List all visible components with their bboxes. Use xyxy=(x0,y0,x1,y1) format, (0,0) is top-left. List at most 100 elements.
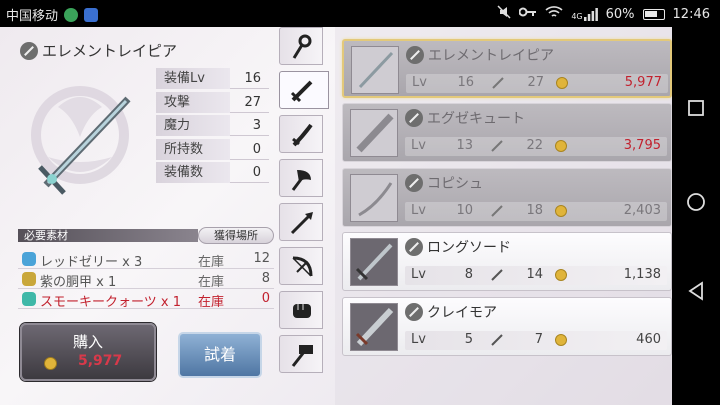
weapon-card[interactable]: エレメントレイピア Lv 16 27 5,977 xyxy=(342,39,672,98)
material-row[interactable]: 紫の胴甲 x 1 在庫 8 xyxy=(18,269,274,290)
staff-icon xyxy=(292,34,312,59)
weapon-price: 1,138 xyxy=(623,267,661,282)
weapon-info-row: Lv 10 18 2,403 xyxy=(405,202,667,221)
weapon-card[interactable]: ロングソード Lv 8 14 1,138 xyxy=(342,232,672,291)
tab-katana[interactable] xyxy=(279,115,323,153)
weapon-info-row: Lv 13 22 3,795 xyxy=(405,137,667,156)
weapon-level: 13 xyxy=(456,138,473,153)
weapon-name-row: クレイモア xyxy=(405,302,497,322)
level-label: Lv xyxy=(411,138,426,153)
materials-header: 必要素材 獲得場所 xyxy=(18,227,274,244)
sword-type-icon xyxy=(20,41,38,60)
tab-spear[interactable] xyxy=(279,203,323,241)
material-row[interactable]: レッドゼリー x 3 在庫 12 xyxy=(18,249,274,270)
attack-icon xyxy=(491,140,503,152)
weapon-name: クレイモア xyxy=(427,305,497,321)
weapon-name: エレメントレイピア xyxy=(428,48,554,64)
coin-icon xyxy=(555,205,567,217)
stat-row-equipped: 装備数 0 xyxy=(156,162,269,184)
attack-icon xyxy=(491,205,503,217)
stat-row-magic: 魔力 3 xyxy=(156,115,269,137)
weapon-card[interactable]: クレイモア Lv 5 7 460 xyxy=(342,297,672,356)
stock-label: 在庫 xyxy=(198,295,225,310)
material-row[interactable]: スモーキークォーツ x 1 在庫 0 xyxy=(18,289,274,310)
shop-screen: エレメントレイピア 装備Lv 16 攻撃 27 魔力 3 所持数 0 装備数 0 必要素材… xyxy=(0,27,672,405)
tab-staff[interactable] xyxy=(279,27,323,65)
stat-label: 装備Lv xyxy=(156,68,230,89)
item-name: エレメントレイピア xyxy=(42,42,178,60)
tab-axe[interactable] xyxy=(279,159,323,197)
android-nav-bar xyxy=(672,27,720,405)
weapon-level: 10 xyxy=(456,203,473,218)
coin-icon xyxy=(556,77,568,89)
stat-label: 所持数 xyxy=(156,138,230,160)
back-button[interactable] xyxy=(684,279,708,303)
weapon-attack: 22 xyxy=(526,138,543,153)
coin-icon xyxy=(555,269,567,281)
armor-icon xyxy=(22,272,36,286)
khopesh-thumbnail xyxy=(350,174,398,222)
weapon-name-row: エグゼキュート xyxy=(405,108,525,128)
level-label: Lv xyxy=(411,332,426,347)
coin-icon xyxy=(555,140,567,152)
weapon-card[interactable]: エグゼキュート Lv 13 22 3,795 xyxy=(342,103,672,162)
rapier-emblem-icon xyxy=(31,86,131,195)
try-on-button[interactable]: 試着 xyxy=(178,332,262,378)
red-jelly-icon xyxy=(22,252,36,266)
home-button[interactable] xyxy=(684,190,708,214)
hammer-icon xyxy=(291,345,313,367)
buy-button[interactable]: 購入 5,977 xyxy=(20,323,156,381)
katana-icon xyxy=(292,123,313,147)
fist-icon xyxy=(293,304,311,318)
level-label: Lv xyxy=(411,203,426,218)
weapon-info-row: Lv 5 7 460 xyxy=(405,331,667,350)
weapon-name: コピシュ xyxy=(427,176,483,192)
bow-icon xyxy=(292,256,313,277)
sword-type-icon xyxy=(405,174,423,192)
key-icon xyxy=(518,6,537,22)
weapon-name-row: エレメントレイピア xyxy=(406,45,554,65)
stats-panel: 装備Lv 16 攻撃 27 魔力 3 所持数 0 装備数 0 xyxy=(156,68,269,186)
weapon-level: 5 xyxy=(464,332,473,347)
stat-value: 0 xyxy=(252,141,261,157)
stock-label: 在庫 xyxy=(198,255,225,270)
weapon-card[interactable]: コピシュ Lv 10 18 2,403 xyxy=(342,168,672,227)
stat-value: 16 xyxy=(244,71,261,86)
weapon-level: 16 xyxy=(457,75,474,90)
material-name: 紫の胴甲 x 1 xyxy=(40,275,117,290)
status-bar: 中国移动 4G 60% 12:46 xyxy=(0,0,720,27)
mute-icon xyxy=(497,5,511,23)
weapon-attack: 18 xyxy=(526,203,543,218)
materials-heading: 必要素材 xyxy=(18,229,198,242)
level-label: Lv xyxy=(411,267,426,282)
recent-apps-button[interactable] xyxy=(684,96,708,120)
stock-quantity: 0 xyxy=(261,291,270,306)
coin-icon xyxy=(555,334,567,346)
tab-sword[interactable] xyxy=(279,71,329,109)
weapon-info-row: Lv 8 14 1,138 xyxy=(405,266,667,285)
sword-icon xyxy=(290,80,313,103)
stat-label: 攻撃 xyxy=(156,91,230,113)
buy-label: 購入 xyxy=(72,333,103,351)
weapon-name: ロングソード xyxy=(427,240,511,256)
weapon-info-row: Lv 16 27 5,977 xyxy=(406,74,668,93)
tab-hammer[interactable] xyxy=(279,335,323,373)
stat-value: 3 xyxy=(252,118,261,134)
tab-bow[interactable] xyxy=(279,247,323,285)
axe-icon xyxy=(291,170,311,191)
weapon-price: 2,403 xyxy=(623,203,661,218)
tab-fist[interactable] xyxy=(279,291,323,329)
obtain-location-button[interactable]: 獲得場所 xyxy=(198,227,274,244)
spear-icon xyxy=(290,212,313,235)
stat-row-attack: 攻撃 27 xyxy=(156,91,269,113)
longsword-thumbnail xyxy=(350,238,398,286)
weapon-price: 3,795 xyxy=(623,138,661,153)
sword-type-icon xyxy=(405,109,423,127)
app-notification-icon xyxy=(84,7,99,22)
carrier-label: 中国移动 xyxy=(6,9,59,24)
attack-icon xyxy=(491,269,503,281)
signal-icon: 4G xyxy=(571,7,598,21)
battery-icon xyxy=(642,8,665,20)
stock-quantity: 12 xyxy=(253,251,270,266)
execute-thumbnail xyxy=(350,109,398,157)
